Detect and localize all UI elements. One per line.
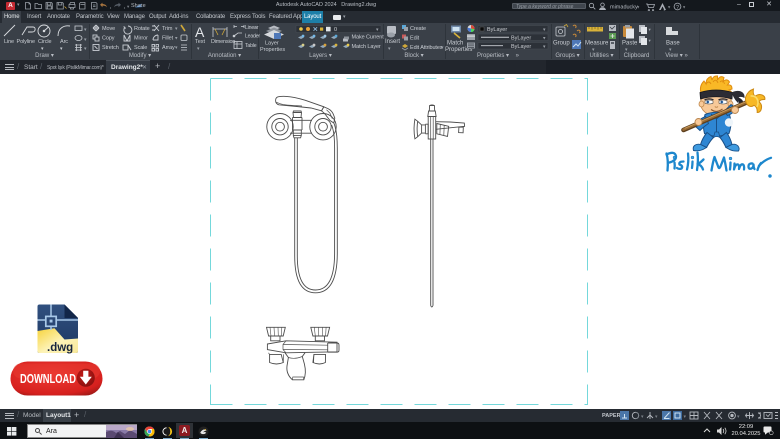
svg-text:Make Current: Make Current [352, 35, 385, 41]
svg-text:▾: ▾ [84, 46, 87, 52]
svg-text:Edit Attributes: Edit Attributes [410, 45, 443, 51]
svg-text:▾: ▾ [637, 4, 640, 9]
svg-text:▾: ▾ [669, 47, 672, 53]
svg-text:Polyline: Polyline [17, 39, 36, 45]
svg-text:▾: ▾ [197, 46, 200, 52]
svg-text:▾: ▾ [127, 4, 130, 9]
svg-text:Group: Group [553, 41, 570, 47]
svg-text:mimaducky: mimaducky [610, 4, 638, 10]
svg-text:Array: Array [162, 45, 175, 51]
svg-text:Line: Line [4, 39, 14, 45]
svg-text:Text: Text [195, 39, 206, 45]
svg-text:Edit: Edit [410, 36, 420, 42]
svg-text:A: A [195, 24, 205, 40]
svg-text:Circle: Circle [38, 39, 51, 45]
svg-text:Scale: Scale [134, 45, 147, 51]
svg-text:▾: ▾ [684, 414, 687, 420]
svg-text:Match Layer: Match Layer [352, 44, 381, 50]
svg-text:Base: Base [666, 41, 680, 47]
svg-text:Paste: Paste [622, 41, 638, 47]
svg-text:Rotate: Rotate [134, 26, 150, 32]
svg-text:.dwg: .dwg [47, 342, 73, 354]
svg-text:Layer: Layer [265, 41, 279, 47]
svg-text:Arc: Arc [60, 39, 68, 45]
svg-text:▾: ▾ [175, 26, 178, 32]
svg-text:▾: ▾ [175, 36, 178, 42]
svg-text:Properties: Properties [260, 47, 285, 53]
svg-text:▾: ▾ [84, 27, 87, 33]
svg-text:▾: ▾ [641, 414, 644, 420]
svg-text:Trim: Trim [162, 26, 173, 32]
svg-text:Move: Move [102, 26, 115, 32]
svg-text:Mirror: Mirror [134, 36, 148, 42]
svg-text:ByLayer: ByLayer [511, 44, 531, 50]
svg-text:Stretch: Stretch [102, 45, 119, 51]
svg-text:▾: ▾ [649, 27, 652, 32]
svg-text:▾: ▾ [84, 37, 87, 43]
svg-text:▾: ▾ [655, 414, 658, 420]
svg-text:DOWNLOAD: DOWNLOAD [20, 372, 76, 386]
svg-text:Insert: Insert [385, 39, 400, 45]
svg-text:Match: Match [447, 41, 463, 47]
svg-text:▾: ▾ [683, 4, 686, 9]
svg-text:Measure: Measure [585, 41, 609, 47]
svg-text:Dimension: Dimension [211, 39, 235, 45]
svg-text:Copy: Copy [102, 36, 115, 42]
svg-text:▾: ▾ [441, 45, 444, 51]
svg-text:▾: ▾ [625, 47, 628, 53]
svg-text:ByLayer: ByLayer [511, 36, 531, 42]
svg-text:0: 0 [334, 27, 337, 33]
svg-text:▾: ▾ [649, 38, 652, 43]
svg-text:?: ? [676, 4, 679, 10]
svg-text:Table: Table [245, 43, 257, 49]
svg-text:▾: ▾ [41, 46, 44, 52]
svg-text:Create: Create [410, 26, 426, 32]
svg-text:▾: ▾ [668, 4, 671, 9]
svg-text:▾: ▾ [737, 414, 740, 420]
svg-text:Fillet: Fillet [162, 36, 174, 42]
svg-text:▾: ▾ [175, 45, 178, 51]
svg-text:ByLayer: ByLayer [487, 27, 507, 33]
svg-text:▾: ▾ [388, 46, 391, 52]
svg-text:▾: ▾ [592, 47, 595, 53]
svg-text:▾: ▾ [60, 46, 63, 52]
